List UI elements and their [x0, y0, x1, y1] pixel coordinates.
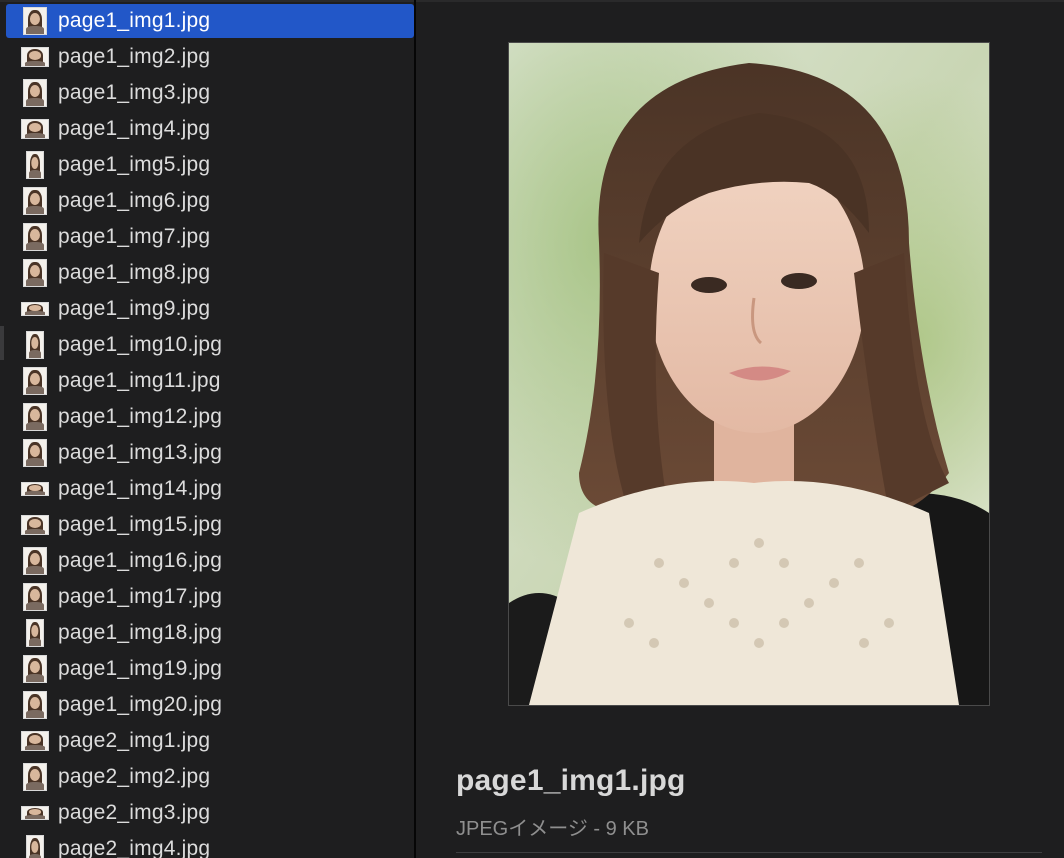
file-list-item[interactable]: page1_img16.jpg — [6, 544, 414, 578]
file-list-item[interactable]: page2_img3.jpg — [6, 796, 414, 830]
file-name-label: page2_img1.jpg — [58, 729, 211, 752]
file-list-item[interactable]: page1_img18.jpg — [6, 616, 414, 650]
file-list-item[interactable]: page1_img7.jpg — [6, 220, 414, 254]
file-list-item[interactable]: page2_img2.jpg — [6, 760, 414, 794]
file-list-item[interactable]: page1_img3.jpg — [6, 76, 414, 110]
image-thumbnail-icon — [21, 731, 49, 751]
preview-pane: page1_img1.jpg JPEGイメージ - 9 KB — [416, 0, 1064, 858]
image-thumbnail-icon — [23, 583, 47, 611]
image-thumbnail-icon — [26, 619, 44, 647]
file-list-item[interactable]: page1_img1.jpg — [6, 4, 414, 38]
info-divider — [456, 852, 1042, 853]
file-list-item[interactable]: page2_img4.jpg — [6, 832, 414, 858]
image-thumbnail-icon — [23, 259, 47, 287]
image-thumbnail-icon — [23, 7, 47, 35]
image-thumbnail-icon — [23, 439, 47, 467]
file-name-label: page1_img7.jpg — [58, 225, 211, 248]
file-list-item[interactable]: page1_img17.jpg — [6, 580, 414, 614]
image-thumbnail-icon — [23, 403, 47, 431]
file-name-label: page2_img2.jpg — [58, 765, 211, 788]
file-list-item[interactable]: page1_img13.jpg — [6, 436, 414, 470]
file-name-label: page1_img6.jpg — [58, 189, 211, 212]
image-thumbnail-icon — [21, 515, 49, 535]
file-name-label: page1_img20.jpg — [58, 693, 223, 716]
image-thumbnail-icon — [21, 302, 49, 316]
file-name-label: page1_img4.jpg — [58, 117, 211, 140]
file-name-label: page1_img2.jpg — [58, 45, 211, 68]
file-name-label: page1_img3.jpg — [58, 81, 211, 104]
file-name-label: page1_img12.jpg — [58, 405, 223, 428]
file-list-item[interactable]: page1_img10.jpg — [6, 328, 414, 362]
file-name-label: page1_img9.jpg — [58, 297, 211, 320]
file-list-item[interactable]: page1_img12.jpg — [6, 400, 414, 434]
image-thumbnail-icon — [21, 47, 49, 67]
image-thumbnail-icon — [23, 655, 47, 683]
file-list-item[interactable]: page1_img9.jpg — [6, 292, 414, 326]
file-name-label: page1_img1.jpg — [58, 9, 211, 32]
file-name-label: page1_img11.jpg — [58, 369, 221, 392]
image-thumbnail-icon — [21, 806, 49, 820]
image-thumbnail-icon — [26, 835, 44, 858]
image-thumbnail-icon — [21, 482, 49, 496]
file-list-item[interactable]: page1_img8.jpg — [6, 256, 414, 290]
file-list-item[interactable]: page1_img15.jpg — [6, 508, 414, 542]
file-list-item[interactable]: page1_img19.jpg — [6, 652, 414, 686]
preview-top-edge — [416, 0, 1064, 2]
file-name-label: page1_img18.jpg — [58, 621, 223, 644]
file-list-item[interactable]: page1_img4.jpg — [6, 112, 414, 146]
image-thumbnail-icon — [23, 187, 47, 215]
file-name-label: page2_img4.jpg — [58, 837, 211, 858]
image-thumbnail-icon — [26, 331, 44, 359]
finder-window: page1_img1.jpg page1_img2.jpg page1_img3.j… — [0, 0, 1064, 858]
file-list-column[interactable]: page1_img1.jpg page1_img2.jpg page1_img3.j… — [0, 0, 414, 858]
image-thumbnail-icon — [23, 223, 47, 251]
image-thumbnail-icon — [23, 763, 47, 791]
file-name-label: page1_img10.jpg — [58, 333, 223, 356]
image-thumbnail-icon — [26, 151, 44, 179]
image-thumbnail-icon — [23, 79, 47, 107]
photo-preview-drawing — [509, 43, 989, 705]
file-name-label: page1_img13.jpg — [58, 441, 223, 464]
file-list-item[interactable]: page1_img20.jpg — [6, 688, 414, 722]
scroll-indicator[interactable] — [0, 326, 4, 360]
file-list-item[interactable]: page1_img14.jpg — [6, 472, 414, 506]
file-name-label: page1_img8.jpg — [58, 261, 211, 284]
file-list-item[interactable]: page1_img11.jpg — [6, 364, 414, 398]
image-thumbnail-icon — [21, 119, 49, 139]
image-thumbnail-icon — [23, 547, 47, 575]
photo-preview-icon[interactable] — [508, 42, 990, 706]
image-thumbnail-icon — [23, 691, 47, 719]
image-thumbnail-icon — [23, 367, 47, 395]
file-name-label: page2_img3.jpg — [58, 801, 211, 824]
column-top-edge — [0, 0, 414, 2]
file-name-label: page1_img15.jpg — [58, 513, 223, 536]
file-list-item[interactable]: page2_img1.jpg — [6, 724, 414, 758]
file-name-label: page1_img14.jpg — [58, 477, 223, 500]
file-list-item[interactable]: page1_img5.jpg — [6, 148, 414, 182]
file-name-label: page1_img19.jpg — [58, 657, 223, 680]
file-name-label: page1_img5.jpg — [58, 153, 211, 176]
file-list-item[interactable]: page1_img6.jpg — [6, 184, 414, 218]
file-name-label: page1_img17.jpg — [58, 585, 223, 608]
preview-kind-and-size: JPEGイメージ - 9 KB — [456, 818, 649, 840]
file-list-item[interactable]: page1_img2.jpg — [6, 40, 414, 74]
file-name-label: page1_img16.jpg — [58, 549, 223, 572]
preview-file-name: page1_img1.jpg — [456, 764, 686, 797]
